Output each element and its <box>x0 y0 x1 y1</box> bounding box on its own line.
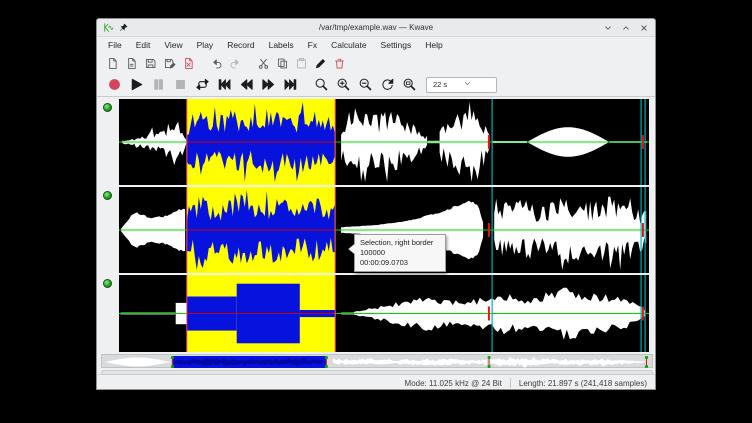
kwave-app-icon <box>102 22 114 34</box>
new-file-button[interactable] <box>103 55 122 72</box>
record-button[interactable] <box>103 75 125 95</box>
zoom-duration-select[interactable]: 22 s <box>426 77 497 93</box>
play-button[interactable] <box>125 75 147 95</box>
tooltip-line-1: Selection, right border <box>360 238 440 248</box>
overview-strip[interactable] <box>101 354 653 368</box>
status-mode: Mode: 11.025 kHz @ 24 Bit <box>405 379 502 388</box>
paste-button[interactable] <box>292 55 311 72</box>
rewind-button[interactable] <box>235 75 257 95</box>
skip-first-button[interactable] <box>213 75 235 95</box>
track-3-waveform[interactable] <box>119 275 649 352</box>
status-length: Length: 21.897 s (241,418 samples) <box>519 379 647 388</box>
copy-button[interactable] <box>273 55 292 72</box>
horizontal-scrollbar[interactable] <box>101 370 653 375</box>
kwave-window: /var/tmp/example.wav — Kwave FileEditVie… <box>96 18 656 390</box>
zoom-all-button[interactable] <box>398 75 420 95</box>
open-file-button[interactable] <box>122 55 141 72</box>
skip-last-button[interactable] <box>279 75 301 95</box>
zoom-out-button[interactable] <box>354 75 376 95</box>
menu-item-file[interactable]: File <box>101 38 129 52</box>
menu-item-edit[interactable]: Edit <box>129 38 158 52</box>
titlebar[interactable]: /var/tmp/example.wav — Kwave <box>97 19 655 37</box>
stop-button[interactable] <box>169 75 191 95</box>
menu-item-help[interactable]: Help <box>418 38 449 52</box>
close-button[interactable] <box>638 22 650 34</box>
track-1-enabled-led[interactable] <box>103 103 112 112</box>
zoom-in-button[interactable] <box>332 75 354 95</box>
delete-button[interactable] <box>330 55 349 72</box>
tooltip-line-3: 00:00:09.0703 <box>360 258 440 268</box>
status-separator <box>510 378 511 388</box>
tooltip-arrow-icon <box>349 244 355 254</box>
window-controls <box>602 22 650 34</box>
save-as-button[interactable] <box>160 55 179 72</box>
track-1-waveform[interactable] <box>119 99 649 185</box>
screen: /var/tmp/example.wav — Kwave FileEditVie… <box>0 0 752 423</box>
menu-item-settings[interactable]: Settings <box>374 38 419 52</box>
window-title: /var/tmp/example.wav — Kwave <box>97 23 655 32</box>
menu-item-play[interactable]: Play <box>190 38 221 52</box>
cut-button[interactable] <box>254 55 273 72</box>
menu-item-calculate[interactable]: Calculate <box>324 38 373 52</box>
playback-toolbar: 22 s <box>97 73 655 96</box>
zoom-selection-button[interactable] <box>310 75 332 95</box>
forward-button[interactable] <box>257 75 279 95</box>
menu-item-record[interactable]: Record <box>220 38 261 52</box>
selection-tooltip: Selection, right border 100000 00:00:09.… <box>354 234 446 272</box>
maximize-button[interactable] <box>620 22 632 34</box>
loop-button[interactable] <box>191 75 213 95</box>
zoom-revert-button[interactable] <box>376 75 398 95</box>
redo-button[interactable] <box>226 55 245 72</box>
pause-button[interactable] <box>147 75 169 95</box>
zoom-duration-value: 22 s <box>433 80 463 89</box>
minimize-button[interactable] <box>602 22 614 34</box>
track-3-enabled-led[interactable] <box>103 279 112 288</box>
signal-view[interactable]: Selection, right border 100000 00:00:09.… <box>97 96 655 374</box>
menu-item-fx[interactable]: Fx <box>301 38 324 52</box>
tooltip-line-2: 100000 <box>360 248 440 258</box>
menubar: FileEditViewPlayRecordLabelsFxCalculateS… <box>97 37 655 53</box>
track-controls-strip <box>97 97 118 354</box>
pin-icon[interactable] <box>117 22 129 34</box>
save-button[interactable] <box>141 55 160 72</box>
menu-item-labels[interactable]: Labels <box>262 38 301 52</box>
combo-chevron-down-icon <box>463 79 493 90</box>
file-toolbar <box>97 53 655 73</box>
menu-item-view[interactable]: View <box>157 38 189 52</box>
undo-button[interactable] <box>207 55 226 72</box>
track-2-enabled-led[interactable] <box>103 191 112 200</box>
edit-button[interactable] <box>311 55 330 72</box>
statusbar: Mode: 11.025 kHz @ 24 Bit Length: 21.897… <box>97 374 655 391</box>
close-file-button[interactable] <box>179 55 198 72</box>
